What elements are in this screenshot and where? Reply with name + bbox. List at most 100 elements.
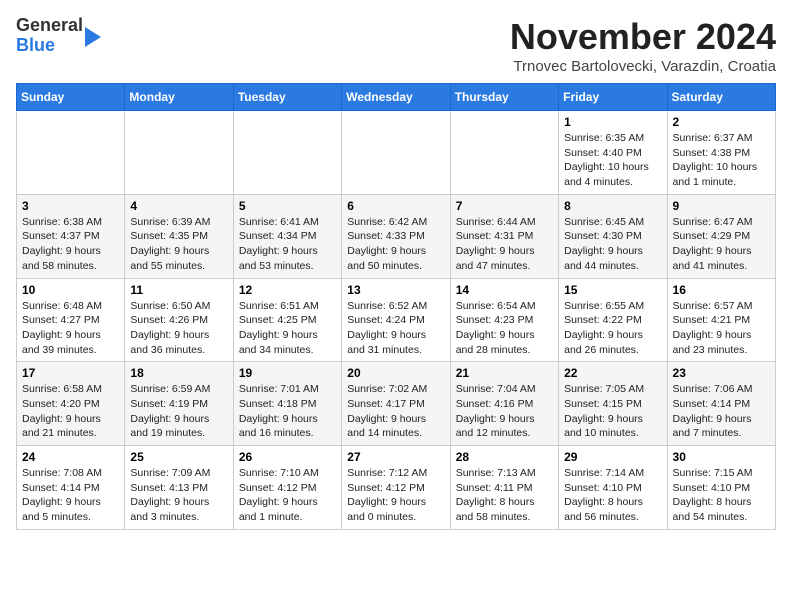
day-info: Sunrise: 6:38 AM Sunset: 4:37 PM Dayligh… [22,215,119,274]
calendar-cell-w3-d0: 17 Sunrise: 6:58 AM Sunset: 4:20 PM Dayli… [17,362,125,446]
day-number: 22 [564,366,661,380]
day-info: Sunrise: 7:06 AM Sunset: 4:14 PM Dayligh… [673,382,770,441]
calendar-cell-w3-d6: 23 Sunrise: 7:06 AM Sunset: 4:14 PM Dayli… [667,362,775,446]
calendar-cell-w2-d2: 12Sunrise: 6:51 AM Sunset: 4:25 PM Dayli… [233,278,341,362]
day-number: 28 [456,450,553,464]
day-info: Sunrise: 6:57 AM Sunset: 4:21 PM Dayligh… [673,299,770,358]
calendar-cell-w0-d2 [233,111,341,195]
calendar-table: SundayMondayTuesdayWednesdayThursdayFrid… [16,83,776,530]
calendar-cell-w3-d2: 19 Sunrise: 7:01 AM Sunset: 4:18 PM Dayli… [233,362,341,446]
day-info: Sunrise: 6:48 AM Sunset: 4:27 PM Dayligh… [22,299,119,358]
day-info: Sunrise: 6:37 AM Sunset: 4:38 PM Dayligh… [673,131,770,190]
day-info: Sunrise: 6:45 AM Sunset: 4:30 PM Dayligh… [564,215,661,274]
day-info: Sunrise: 7:12 AM Sunset: 4:12 PM Dayligh… [347,466,444,525]
col-header-friday: Friday [559,84,667,111]
day-number: 29 [564,450,661,464]
day-info: Sunrise: 7:09 AM Sunset: 4:13 PM Dayligh… [130,466,227,525]
day-info: Sunrise: 6:35 AM Sunset: 4:40 PM Dayligh… [564,131,661,190]
day-number: 7 [456,199,553,213]
day-number: 1 [564,115,661,129]
calendar-cell-w4-d1: 25 Sunrise: 7:09 AM Sunset: 4:13 PM Dayli… [125,446,233,530]
calendar-cell-w1-d5: 8 Sunrise: 6:45 AM Sunset: 4:30 PM Daylig… [559,194,667,278]
col-header-wednesday: Wednesday [342,84,450,111]
calendar-cell-w3-d4: 21 Sunrise: 7:04 AM Sunset: 4:16 PM Dayli… [450,362,558,446]
title-area: November 2024 Trnovec Bartolovecki, Vara… [510,16,776,75]
col-header-saturday: Saturday [667,84,775,111]
day-info: Sunrise: 6:42 AM Sunset: 4:33 PM Dayligh… [347,215,444,274]
calendar-cell-w1-d2: 5 Sunrise: 6:41 AM Sunset: 4:34 PM Daylig… [233,194,341,278]
day-number: 14 [456,283,553,297]
day-info: Sunrise: 7:10 AM Sunset: 4:12 PM Dayligh… [239,466,336,525]
logo: General Blue [16,16,101,56]
day-number: 17 [22,366,119,380]
calendar-cell-w0-d0 [17,111,125,195]
day-number: 5 [239,199,336,213]
day-info: Sunrise: 6:54 AM Sunset: 4:23 PM Dayligh… [456,299,553,358]
day-number: 26 [239,450,336,464]
day-number: 4 [130,199,227,213]
calendar-cell-w0-d3 [342,111,450,195]
day-number: 23 [673,366,770,380]
calendar-cell-w4-d0: 24 Sunrise: 7:08 AM Sunset: 4:14 PM Dayli… [17,446,125,530]
location-subtitle: Trnovec Bartolovecki, Varazdin, Croatia [510,58,776,75]
day-info: Sunrise: 6:44 AM Sunset: 4:31 PM Dayligh… [456,215,553,274]
day-info: Sunrise: 6:39 AM Sunset: 4:35 PM Dayligh… [130,215,227,274]
month-title: November 2024 [510,16,776,58]
day-number: 2 [673,115,770,129]
calendar-cell-w1-d4: 7 Sunrise: 6:44 AM Sunset: 4:31 PM Daylig… [450,194,558,278]
day-info: Sunrise: 6:59 AM Sunset: 4:19 PM Dayligh… [130,382,227,441]
day-info: Sunrise: 7:02 AM Sunset: 4:17 PM Dayligh… [347,382,444,441]
calendar-cell-w4-d3: 27 Sunrise: 7:12 AM Sunset: 4:12 PM Dayli… [342,446,450,530]
day-number: 8 [564,199,661,213]
day-info: Sunrise: 7:15 AM Sunset: 4:10 PM Dayligh… [673,466,770,525]
calendar-cell-w1-d3: 6Sunrise: 6:42 AM Sunset: 4:33 PM Daylig… [342,194,450,278]
col-header-sunday: Sunday [17,84,125,111]
day-info: Sunrise: 6:47 AM Sunset: 4:29 PM Dayligh… [673,215,770,274]
day-number: 13 [347,283,444,297]
day-number: 15 [564,283,661,297]
day-number: 30 [673,450,770,464]
day-info: Sunrise: 7:08 AM Sunset: 4:14 PM Dayligh… [22,466,119,525]
day-number: 19 [239,366,336,380]
calendar-cell-w0-d6: 2 Sunrise: 6:37 AM Sunset: 4:38 PM Daylig… [667,111,775,195]
calendar-cell-w4-d6: 30 Sunrise: 7:15 AM Sunset: 4:10 PM Dayli… [667,446,775,530]
calendar-cell-w0-d1 [125,111,233,195]
calendar-cell-w2-d3: 13Sunrise: 6:52 AM Sunset: 4:24 PM Dayli… [342,278,450,362]
calendar-cell-w1-d0: 3 Sunrise: 6:38 AM Sunset: 4:37 PM Daylig… [17,194,125,278]
calendar-cell-w3-d3: 20Sunrise: 7:02 AM Sunset: 4:17 PM Dayli… [342,362,450,446]
day-number: 24 [22,450,119,464]
day-number: 12 [239,283,336,297]
day-info: Sunrise: 7:05 AM Sunset: 4:15 PM Dayligh… [564,382,661,441]
calendar-cell-w2-d5: 15 Sunrise: 6:55 AM Sunset: 4:22 PM Dayli… [559,278,667,362]
calendar-cell-w4-d4: 28 Sunrise: 7:13 AM Sunset: 4:11 PM Dayli… [450,446,558,530]
calendar-cell-w0-d4 [450,111,558,195]
logo-text: General Blue [16,16,101,56]
day-info: Sunrise: 6:58 AM Sunset: 4:20 PM Dayligh… [22,382,119,441]
day-number: 18 [130,366,227,380]
page-header: General Blue November 2024 Trnovec Barto… [16,16,776,75]
col-header-monday: Monday [125,84,233,111]
day-info: Sunrise: 7:14 AM Sunset: 4:10 PM Dayligh… [564,466,661,525]
calendar-cell-w1-d6: 9 Sunrise: 6:47 AM Sunset: 4:29 PM Daylig… [667,194,775,278]
day-number: 21 [456,366,553,380]
col-header-tuesday: Tuesday [233,84,341,111]
day-number: 10 [22,283,119,297]
calendar-cell-w2-d0: 10 Sunrise: 6:48 AM Sunset: 4:27 PM Dayli… [17,278,125,362]
day-number: 9 [673,199,770,213]
day-number: 25 [130,450,227,464]
calendar-cell-w2-d1: 11Sunrise: 6:50 AM Sunset: 4:26 PM Dayli… [125,278,233,362]
day-number: 3 [22,199,119,213]
calendar-cell-w3-d1: 18 Sunrise: 6:59 AM Sunset: 4:19 PM Dayli… [125,362,233,446]
day-info: Sunrise: 7:01 AM Sunset: 4:18 PM Dayligh… [239,382,336,441]
day-info: Sunrise: 7:04 AM Sunset: 4:16 PM Dayligh… [456,382,553,441]
calendar-cell-w0-d5: 1 Sunrise: 6:35 AM Sunset: 4:40 PM Daylig… [559,111,667,195]
day-info: Sunrise: 6:55 AM Sunset: 4:22 PM Dayligh… [564,299,661,358]
calendar-cell-w3-d5: 22 Sunrise: 7:05 AM Sunset: 4:15 PM Dayli… [559,362,667,446]
day-number: 27 [347,450,444,464]
day-number: 16 [673,283,770,297]
calendar-cell-w4-d5: 29 Sunrise: 7:14 AM Sunset: 4:10 PM Dayli… [559,446,667,530]
logo-blue: Blue [16,35,55,55]
day-info: Sunrise: 6:41 AM Sunset: 4:34 PM Dayligh… [239,215,336,274]
day-info: Sunrise: 7:13 AM Sunset: 4:11 PM Dayligh… [456,466,553,525]
col-header-thursday: Thursday [450,84,558,111]
